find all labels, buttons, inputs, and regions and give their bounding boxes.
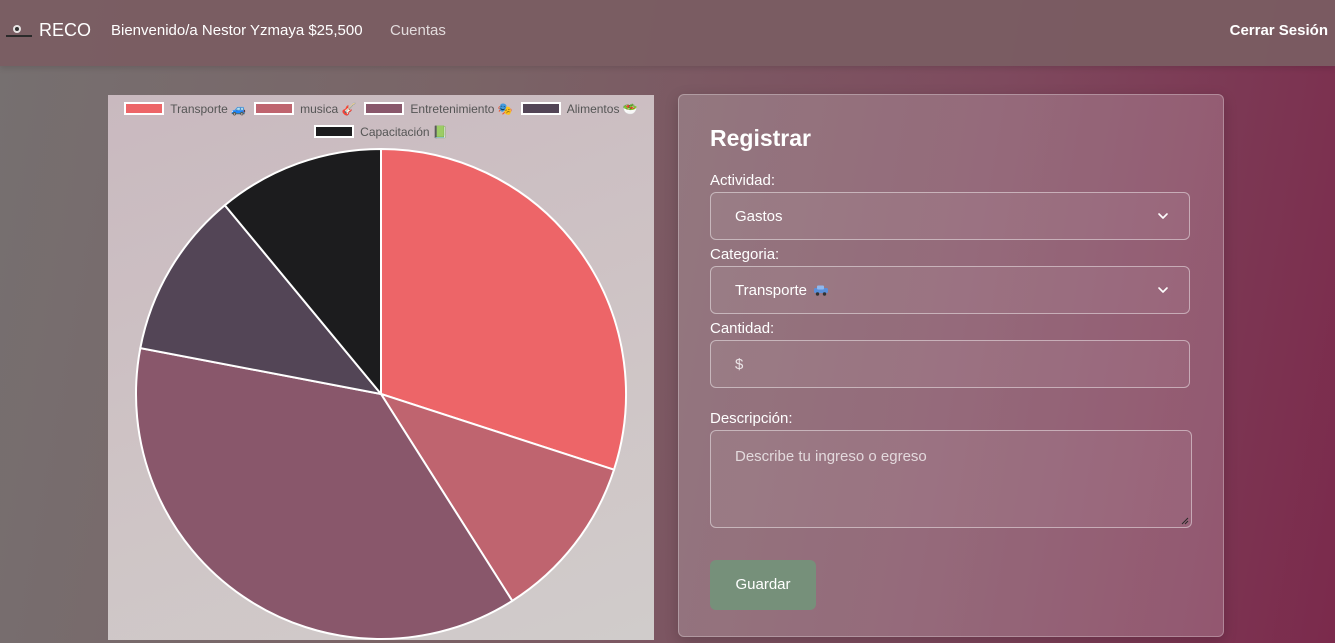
descripcion-textarea[interactable]: Describe tu ingreso o egreso <box>710 430 1192 528</box>
actividad-select[interactable]: Gastos <box>710 192 1190 240</box>
navbar: RECO Bienvenido/a Nestor Yzmaya $25,500 … <box>0 0 1335 66</box>
resize-grip-icon[interactable] <box>1181 517 1189 525</box>
form-title: Registrar <box>710 125 811 151</box>
pie-chart <box>135 147 627 640</box>
descripcion-placeholder: Describe tu ingreso o egreso <box>735 448 927 465</box>
cantidad-input[interactable]: $ <box>710 340 1190 388</box>
logo-icon[interactable] <box>5 22 33 40</box>
categoria-selected-text: Transporte <box>735 282 807 299</box>
cantidad-placeholder: $ <box>735 356 744 373</box>
actividad-selected-value: Gastos <box>735 208 783 225</box>
save-button[interactable]: Guardar <box>710 560 816 610</box>
logout-button[interactable]: Cerrar Sesión <box>1230 22 1328 39</box>
chevron-down-icon <box>1158 213 1168 219</box>
categoria-select[interactable]: Transporte <box>710 266 1190 314</box>
chart-panel: Transporte 🚙 musica 🎸 Entretenimiento 🎭 Ali… <box>108 95 654 640</box>
cantidad-label: Cantidad: <box>710 320 775 337</box>
actividad-label: Actividad: <box>710 172 776 189</box>
brand-name[interactable]: RECO <box>39 20 91 41</box>
nav-link-cuentas[interactable]: Cuentas <box>390 22 446 39</box>
car-emoji-icon <box>813 285 828 296</box>
register-form: Registrar Actividad: Gastos Categoria: T… <box>678 94 1224 637</box>
descripcion-label: Descripción: <box>710 410 793 427</box>
welcome-text: Bienvenido/a Nestor Yzmaya $25,500 <box>111 22 363 39</box>
categoria-selected-value: Transporte <box>735 282 829 299</box>
chevron-down-icon <box>1158 287 1168 293</box>
categoria-label: Categoria: <box>710 246 780 263</box>
